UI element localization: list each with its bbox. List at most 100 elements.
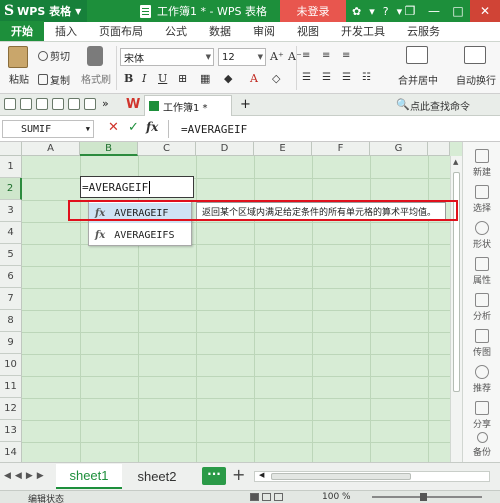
align-bottom-icon[interactable]: ≡ <box>342 50 350 61</box>
new-tab-icon[interactable]: + <box>240 97 251 112</box>
tab-cloud[interactable]: 云服务 <box>396 21 451 41</box>
sidebar-item-properties[interactable]: 属性 <box>463 254 500 294</box>
save-icon[interactable] <box>20 98 32 110</box>
formula-input[interactable]: =AVERAGEIF <box>168 120 468 138</box>
login-button[interactable]: 未登录 <box>280 0 346 22</box>
tab-data[interactable]: 数据 <box>198 21 242 41</box>
distribute-icon[interactable]: ☷ <box>362 72 371 83</box>
column-header[interactable]: D <box>196 142 254 156</box>
autocomplete-item[interactable]: fx AVERAGEIFS <box>89 225 191 245</box>
horizontal-scrollbar[interactable]: ◀ <box>254 471 490 482</box>
align-left-icon[interactable]: ☰ <box>302 72 311 83</box>
align-top-icon[interactable]: ≡ <box>302 50 310 61</box>
find-command-search[interactable]: 点此查找命令 <box>410 98 470 113</box>
normal-view-icon[interactable] <box>250 493 259 501</box>
insert-function-icon[interactable]: fx <box>146 120 158 134</box>
close-icon[interactable]: ✕ <box>470 0 500 22</box>
align-right-icon[interactable]: ☰ <box>342 72 351 83</box>
column-header[interactable]: E <box>254 142 312 156</box>
select-all-corner[interactable] <box>0 142 22 156</box>
tab-formulas[interactable]: 公式 <box>154 21 198 41</box>
tab-insert[interactable]: 插入 <box>44 21 88 41</box>
cut-button[interactable]: 剪切 <box>38 48 70 63</box>
preview-icon[interactable] <box>68 98 80 110</box>
scroll-left-icon[interactable]: ◀ <box>259 471 264 479</box>
reading-view-icon[interactable] <box>274 493 283 501</box>
align-middle-icon[interactable]: ≡ <box>322 50 330 61</box>
zoom-slider-handle[interactable] <box>420 493 427 501</box>
row-header[interactable]: 3 <box>0 200 22 222</box>
app-menu-button[interactable]: S WPS 表格 ▼ <box>0 0 88 22</box>
bold-icon[interactable]: B <box>124 72 133 85</box>
cell-style-icon[interactable]: ▦ <box>200 72 210 85</box>
row-header[interactable]: 7 <box>0 288 22 310</box>
column-header[interactable]: A <box>22 142 80 156</box>
sidebar-item-upload-image[interactable]: 传图 <box>463 326 500 366</box>
export-icon[interactable] <box>36 98 48 110</box>
row-header[interactable]: 13 <box>0 420 22 442</box>
format-painter-button[interactable]: 格式刷 <box>80 46 112 86</box>
tab-view[interactable]: 视图 <box>286 21 330 41</box>
tab-developer[interactable]: 开发工具 <box>330 21 396 41</box>
sheet-tab[interactable]: sheet2 <box>124 464 190 489</box>
undo-icon[interactable] <box>84 98 96 110</box>
sidebar-item-recommend[interactable]: 推荐 <box>463 362 500 402</box>
row-header[interactable]: 14 <box>0 442 22 462</box>
sidebar-item-select[interactable]: 选择 <box>463 182 500 222</box>
zoom-slider[interactable] <box>372 496 482 498</box>
font-color-icon[interactable]: A <box>250 72 258 85</box>
page-view-icon[interactable] <box>262 493 271 501</box>
sidebar-item-shape[interactable]: 形状 <box>463 218 500 258</box>
underline-icon[interactable]: U <box>158 72 167 85</box>
column-header[interactable] <box>428 142 450 156</box>
name-box[interactable]: SUMIF ▼ <box>2 120 94 138</box>
document-tab[interactable]: 工作簿1 * <box>144 95 232 116</box>
row-header[interactable]: 4 <box>0 222 22 244</box>
row-header[interactable]: 11 <box>0 376 22 398</box>
spreadsheet-grid[interactable]: A B C D E F G 1 2 3 4 5 6 7 8 9 10 11 12… <box>0 142 462 462</box>
row-header[interactable]: 6 <box>0 266 22 288</box>
copy-button[interactable]: 复制 <box>38 72 70 87</box>
print-icon[interactable] <box>52 98 64 110</box>
sheet-nav-arrows-icon[interactable]: ◀◀▶▶ <box>4 471 48 481</box>
tab-home[interactable]: 开始 <box>0 21 44 41</box>
font-size-select[interactable]: 12 ▼ <box>218 48 266 66</box>
zoom-level[interactable]: 100 % <box>322 492 351 502</box>
cancel-icon[interactable]: ✕ <box>108 120 119 135</box>
paste-button[interactable]: 粘贴 <box>4 46 34 86</box>
view-mode-switcher[interactable] <box>250 493 290 502</box>
skin-icon[interactable]: ✿ <box>352 5 361 18</box>
restore-icon[interactable]: ❐ <box>398 4 422 18</box>
border-icon[interactable]: ⊞ <box>178 72 187 85</box>
row-header[interactable]: 5 <box>0 244 22 266</box>
vertical-scrollbar[interactable]: ▲ <box>450 156 462 462</box>
autocomplete-item[interactable]: fx AVERAGEIF <box>89 203 191 223</box>
align-center-icon[interactable]: ☰ <box>322 72 331 83</box>
sidebar-item-backup[interactable]: 备份 <box>463 430 500 462</box>
column-header[interactable]: G <box>370 142 428 156</box>
help-icon[interactable]: ? <box>383 5 389 18</box>
chevron-down-icon[interactable]: ▾ <box>369 5 375 18</box>
sidebar-item-analysis[interactable]: 分析 <box>463 290 500 330</box>
row-header[interactable]: 10 <box>0 354 22 376</box>
scrollbar-thumb[interactable] <box>453 172 460 392</box>
font-name-select[interactable]: 宋体 ▼ <box>120 48 214 66</box>
scrollbar-thumb[interactable] <box>271 473 411 480</box>
open-folder-icon[interactable] <box>4 98 16 110</box>
minimize-icon[interactable]: — <box>422 4 446 18</box>
decrease-font-icon[interactable]: A⁻ <box>288 50 302 63</box>
fill-color-icon[interactable]: ◆ <box>224 72 232 85</box>
column-header[interactable]: B <box>80 142 138 156</box>
clear-format-icon[interactable]: ◇ <box>272 72 280 85</box>
tab-page-layout[interactable]: 页面布局 <box>88 21 154 41</box>
maximize-icon[interactable]: □ <box>446 4 470 18</box>
column-header[interactable]: F <box>312 142 370 156</box>
sheet-tab[interactable]: sheet1 <box>56 464 122 489</box>
scroll-up-icon[interactable]: ▲ <box>453 158 458 166</box>
increase-font-icon[interactable]: A⁺ <box>270 50 284 63</box>
italic-icon[interactable]: I <box>142 72 146 85</box>
column-header[interactable]: C <box>138 142 196 156</box>
row-header[interactable]: 12 <box>0 398 22 420</box>
more-sheets-icon[interactable]: ··· <box>202 467 226 485</box>
more-icon[interactable]: » <box>102 97 109 110</box>
